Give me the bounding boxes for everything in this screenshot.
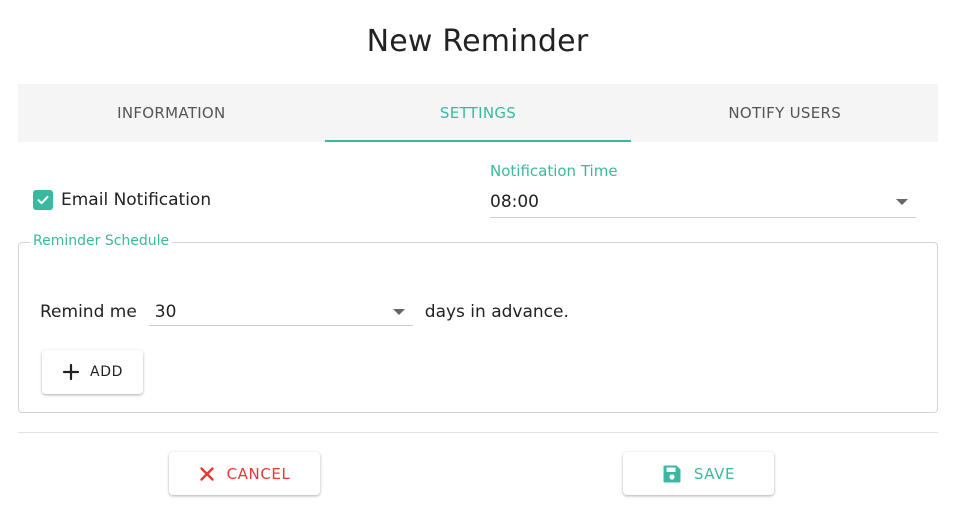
tab-bar: INFORMATION SETTINGS NOTIFY USERS (18, 84, 938, 142)
reminder-schedule-legend: Reminder Schedule (30, 233, 173, 249)
email-notification-label[interactable]: Email Notification (61, 190, 211, 210)
footer-divider (18, 432, 938, 433)
remind-me-row: Remind me 30 days in advance. (40, 298, 569, 326)
cancel-button-label: CANCEL (226, 464, 291, 483)
remind-me-label: Remind me (40, 302, 137, 322)
cancel-button[interactable]: CANCEL (169, 452, 320, 495)
email-notification-row: Email Notification (33, 190, 211, 210)
chevron-down-icon (896, 198, 908, 205)
email-notification-checkbox[interactable] (33, 190, 53, 210)
tab-settings[interactable]: SETTINGS (324, 84, 632, 142)
plus-icon (62, 363, 80, 381)
tab-information[interactable]: INFORMATION (18, 84, 325, 142)
reminder-schedule-fieldset (18, 242, 938, 413)
save-icon (663, 465, 681, 482)
days-in-advance-select[interactable]: 30 (148, 298, 413, 326)
dialog-title: New Reminder (366, 24, 589, 59)
check-icon (37, 195, 49, 205)
days-in-advance-label: days in advance. (424, 302, 569, 322)
notification-time-value: 08:00 (490, 191, 539, 212)
close-icon (199, 466, 214, 481)
save-button[interactable]: SAVE (623, 452, 774, 495)
chevron-down-icon (392, 308, 405, 315)
days-in-advance-value: 30 (154, 301, 177, 322)
notification-time-label: Notification Time (490, 162, 618, 180)
tab-notify-users[interactable]: NOTIFY USERS (631, 84, 938, 142)
notification-time-select[interactable]: 08:00 (490, 186, 916, 218)
add-button-label: ADD (90, 364, 123, 380)
save-button-label: SAVE (693, 464, 736, 483)
add-schedule-button[interactable]: ADD (42, 350, 143, 394)
